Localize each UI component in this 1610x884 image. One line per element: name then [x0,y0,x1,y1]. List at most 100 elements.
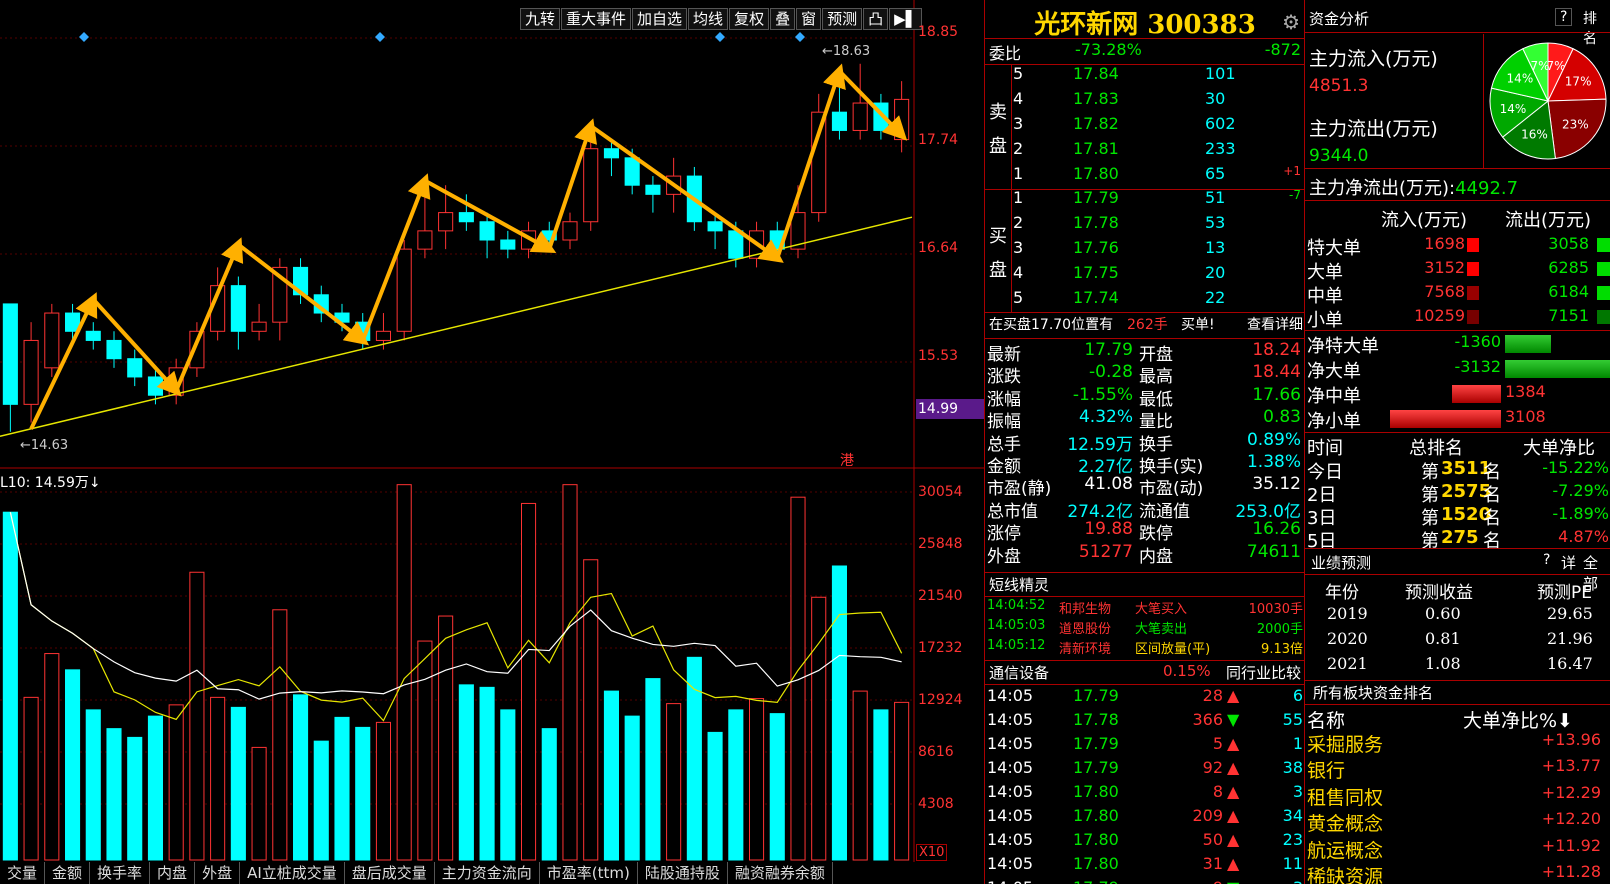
sector-row[interactable]: 黄金概念 +12.20 [1305,809,1610,835]
stat-value: -1.55% [1072,384,1133,405]
indicator-tab[interactable]: 交量 [0,862,46,884]
sector-row[interactable]: 租售同权 +12.29 [1305,783,1610,809]
industry-compare-button[interactable]: 同行业比较 [1226,662,1301,683]
tick-time: 14:05 [987,734,1034,753]
order-inflow: 10259 [1414,306,1465,325]
forecast-detail-button[interactable]: 详 [1561,552,1576,573]
volume-bar [168,704,184,861]
sector-row[interactable]: 稀缺资源 +11.28 [1305,862,1610,884]
chart-area[interactable]: 九转 重大事件 加自选 均线 复权叠窗预测凸 ▶▌ 18.85 17.74 16.64 1… [0,0,984,884]
candle-body [624,157,640,186]
toolbar-button[interactable]: 叠 [770,8,796,30]
forecast-help[interactable]: ? [1543,552,1550,568]
main-net-label: 主力净流出(万元): [1309,178,1456,199]
volume-bar [873,709,889,861]
weibi-pct: -73.28% [1075,40,1142,59]
bid-n: 4 [1013,263,1024,282]
fund-pie-chart: 7%17%23%16%14%14%7% [1489,42,1607,160]
tick-count: 11 [1282,854,1303,873]
stat-value: 17.66 [1252,384,1301,405]
sprite-act: 区间放量(平) [1135,642,1211,657]
indicator-tab[interactable]: 内盘 [150,862,196,884]
candle-body [852,102,868,131]
trend-arrow [838,69,908,141]
net-name: 净大单 [1307,361,1361,382]
sector-row[interactable]: 采掘服务 +13.96 [1305,730,1610,756]
stat-label: 换手 [1139,434,1173,455]
indicator-tab[interactable]: 换手率 [90,862,151,884]
sprite-name: 和邦生物 [1059,602,1112,617]
tick-volume: 209 [1192,806,1223,825]
forecast-col-header: 预测收益 [1405,583,1473,603]
sector-row[interactable]: 银行 +13.77 [1305,756,1610,782]
bid-alert[interactable]: 在买盘17.70位置有 262手 买单! 查看详细 [985,314,1305,338]
gear-icon[interactable]: ⚙ [1282,10,1300,34]
rank-number: 275 [1441,527,1479,548]
toolbar-button[interactable]: 均线 [688,8,729,30]
bid-detail-link[interactable]: 查看详细 [1247,314,1303,334]
scale-badge[interactable]: X10 [916,844,948,861]
indicator-tab[interactable]: 陆股通持股 [637,862,728,884]
tick-price: 17.79 [1073,758,1119,777]
volume-bar [728,709,744,861]
indicator-tab[interactable]: 融资融券余额 [727,862,833,884]
forecast-pe: 21.96 [1547,629,1593,648]
sector-row[interactable]: 航运概念 +11.92 [1305,836,1610,862]
indicator-tab[interactable]: 金额 [45,862,91,884]
toolbar-button[interactable]: 预测 [822,8,863,30]
volume-bar [520,502,537,861]
candle-body [831,111,848,131]
toolbar-button[interactable]: 凸 [863,8,889,30]
kline-chart[interactable] [0,0,984,862]
fund-heading: 资金分析 [1309,8,1370,29]
volume-bar [2,511,18,861]
current-price-tag: 14.99 [916,399,984,419]
toolbar-button[interactable]: 复权 [729,8,770,30]
sector-col-ratio[interactable]: 大单净比%⬇ [1463,706,1573,733]
toolbar-button[interactable]: 窗 [796,8,822,30]
tick-count: 38 [1282,758,1303,777]
arrow-down-icon: ▼ [1227,710,1240,729]
volume-bar [189,571,205,861]
weibi-label: 委比 [989,44,1022,63]
tick-time: 14:05 [987,830,1034,849]
ask-v: 602 [1205,114,1236,133]
indicator-tab[interactable]: 外盘 [195,862,241,884]
tick-volume: 366 [1192,710,1223,729]
bid-row: 2 17.78 53 [985,213,1305,237]
indicator-tab[interactable]: 主力资金流向 [434,862,540,884]
indicator-tab[interactable]: 盘后成交量 [344,862,435,884]
volume-bar [355,726,371,861]
stat-value: 18.44 [1252,362,1301,383]
inflow-marker [1467,286,1479,300]
sprite-val: 9.13倍 [1261,642,1303,657]
ask-n: 2 [1013,139,1024,158]
indicator-tab[interactable]: 市盈率(ttm) [539,862,638,884]
volume-tick: 25848 [918,536,963,552]
sprite-row[interactable]: 14:05:12 清新环境 区间放量(平) 9.13倍 [985,638,1305,662]
toolbar-button[interactable]: 重大事件 [561,8,632,30]
order-outflow: 7151 [1548,306,1589,325]
forecast-pe: 29.65 [1547,604,1593,623]
candle-body [106,339,122,360]
stat-label: 换手(实) [1139,457,1204,477]
tick-row: 14:05 17.79 92 ▲ 38 [985,758,1305,782]
forecast-col-header: 预测PE [1537,583,1592,603]
arrow-up-icon: ▲ [1227,686,1240,705]
volume-bar [64,669,81,861]
stat-label: 市盈(动) [1139,479,1204,500]
volume-ma5 [9,512,903,722]
bid-qty: 262手 [1127,317,1168,333]
candle-body [147,376,164,396]
ask-n: 3 [1013,114,1024,133]
help-button[interactable]: ? [1555,8,1573,26]
rank-ratio: 4.87% [1558,527,1609,546]
bid-n: 2 [1013,213,1024,232]
net-value: 1384 [1505,382,1546,401]
stat-value: 35.12 [1252,474,1301,495]
toolbar-button[interactable]: 加自选 [632,8,688,30]
indicator-tab[interactable]: AI立桩成交量 [240,862,345,884]
arrow-up-icon: ▲ [1227,782,1240,801]
hk-connect-icon[interactable]: 港 [840,450,854,470]
toolbar-button[interactable]: 九转 [520,8,561,30]
